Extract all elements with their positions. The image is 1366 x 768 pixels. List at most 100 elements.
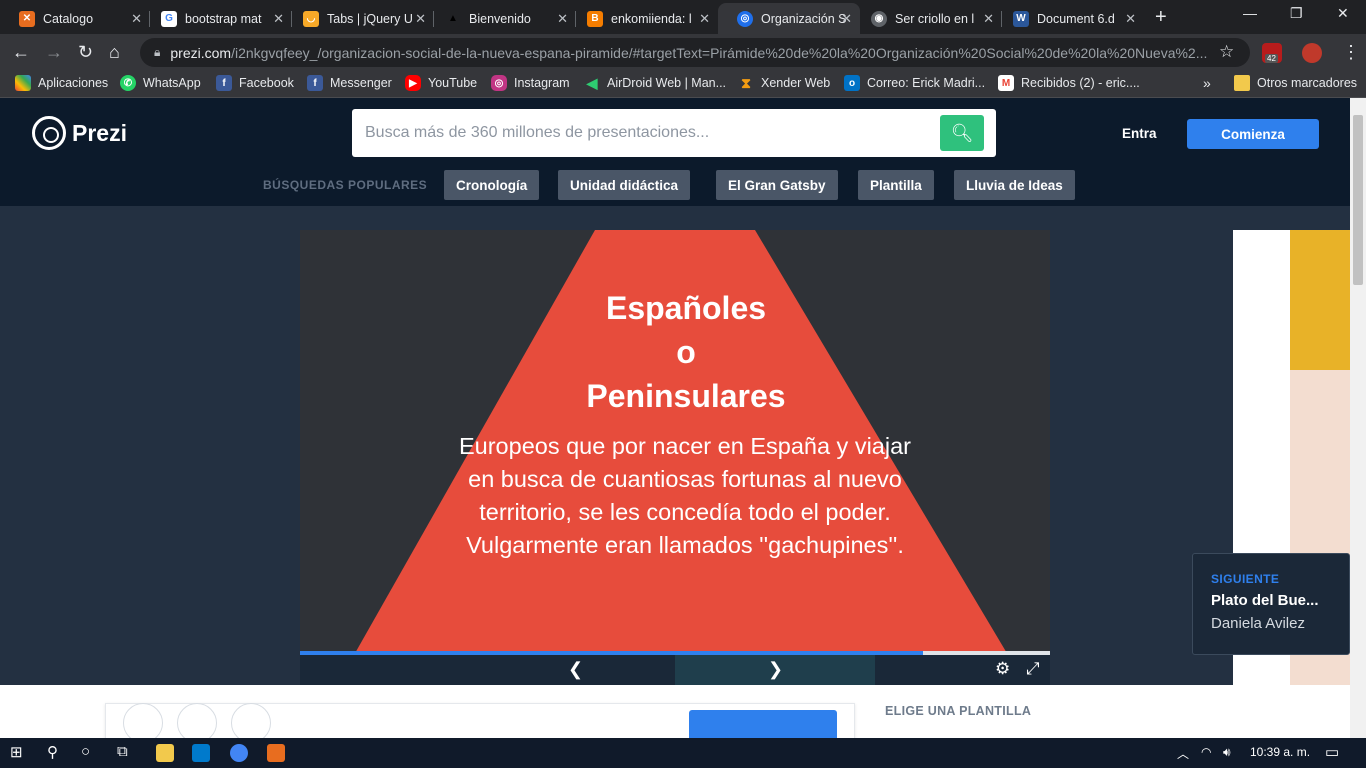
close-tab-icon[interactable]: ✕ [1125,11,1136,27]
extension-badge: 42 [1265,54,1278,63]
address-bar[interactable]: 🔒︎ prezi.com/i2nkgvqfeey_/organizacion-s… [140,38,1250,67]
vscode-icon[interactable] [192,744,210,762]
clock[interactable]: 10:39 a. m. [1250,745,1310,759]
task-view-icon[interactable]: ⧉ [117,743,128,760]
popular-chip[interactable]: Cronología [444,170,540,200]
close-tab-icon[interactable]: ✕ [131,11,142,27]
close-tab-icon[interactable]: ✕ [983,11,994,27]
site-header: Prezi Busca más de 360 millones de prese… [0,98,1350,206]
prezi-logo[interactable]: Prezi [32,116,127,150]
fullscreen-icon[interactable]: ⤢ [1026,659,1040,679]
popular-chip[interactable]: Lluvia de Ideas [954,170,1075,200]
chrome-icon[interactable] [230,744,248,762]
ublock-extension-icon[interactable]: 42 [1262,43,1282,63]
reload-icon[interactable]: ↻ [78,42,93,63]
popular-chip[interactable]: Plantilla [858,170,934,200]
cortana-icon[interactable]: ○ [81,743,90,760]
share-linkedin-icon[interactable] [177,703,217,738]
close-window-icon[interactable]: ✕ [1337,5,1349,22]
home-icon[interactable]: ⌂ [109,42,120,63]
word-icon: W [1013,10,1029,27]
volume-icon[interactable]: 🔊︎ [1223,745,1231,760]
tab-enkomiienda[interactable]: B enkomiienda: l ✕ [568,3,718,34]
menu-icon[interactable]: ⋮ [1342,42,1360,63]
maximize-icon[interactable]: ❐ [1290,5,1303,22]
prev-slide-icon[interactable]: ❮ [568,659,583,680]
popular-chip[interactable]: El Gran Gatsby [716,170,838,200]
wifi-icon[interactable]: ◠ [1201,745,1211,759]
browser-toolbar: ← → ↻ ⌂ 🔒︎ prezi.com/i2nkgvqfeey_/organi… [0,34,1366,71]
blue-action-button[interactable] [689,710,837,738]
close-tab-icon[interactable]: ✕ [841,11,852,27]
other-bookmarks[interactable]: Otros marcadores [1234,75,1357,91]
xender-icon: ⧗ [741,74,751,91]
tab-bienvenido[interactable]: ▲ Bienvenido ✕ [426,3,576,34]
xampp-icon[interactable] [267,744,285,762]
bookmark-star-icon[interactable]: ☆ [1219,42,1234,62]
file-explorer-icon[interactable] [156,744,174,762]
windows-start-icon[interactable]: ⊞ [10,743,23,761]
bookmark-instagram[interactable]: ◎ Instagram [491,75,570,91]
youtube-icon: ▶ [405,75,421,91]
minimize-icon[interactable]: — [1243,5,1257,21]
tray-chevron-icon[interactable]: ︿ [1177,745,1189,762]
bookmarks-overflow[interactable]: » [1203,75,1211,91]
settings-icon[interactable]: ⚙ [995,659,1010,679]
login-link[interactable]: Entra [1122,126,1157,141]
forward-icon[interactable]: → [45,42,63,63]
page-scrollbar[interactable] [1350,98,1366,738]
prezi-page: Prezi Busca más de 360 millones de prese… [0,98,1350,738]
search-icon[interactable]: ⚲ [47,743,58,761]
folder-icon [1234,75,1250,91]
share-link-icon[interactable] [231,703,271,738]
signup-button[interactable]: Comienza [1187,119,1319,149]
lock-icon: 🔒︎ [154,45,161,59]
presentation-slide[interactable]: Españoles o Peninsulares Europeos que po… [300,230,1050,655]
close-tab-icon[interactable]: ✕ [415,11,426,27]
tab-catalogo[interactable]: ✕ Catalogo ✕ [0,3,150,34]
next-title: Plato del Bue... [1211,592,1319,609]
bookmark-xender[interactable]: ⧗ Xender Web [738,75,830,91]
next-presentation-card[interactable]: SIGUIENTE Plato del Bue... Daniela Avile… [1192,553,1350,655]
new-tab-button[interactable]: + [1155,6,1167,29]
whatsapp-icon: ✆ [120,75,136,91]
bat-icon: ▲ [445,10,461,27]
notifications-icon[interactable]: ▭ [1325,743,1339,761]
bookmark-youtube[interactable]: ▶ YouTube [405,75,477,91]
close-tab-icon[interactable]: ✕ [273,11,284,27]
tab-jquery[interactable]: ◡ Tabs | jQuery U ✕ [284,3,434,34]
gmail-icon: M [998,75,1014,91]
tab-document[interactable]: W Document 6.d ✕ [994,3,1144,34]
prezi-icon: ◎ [737,10,753,27]
outlook-icon: o [844,75,860,91]
xampp-icon: ✕ [19,10,35,27]
bookmark-airdroid[interactable]: ◀ AirDroid Web | Man... [584,75,726,91]
windows-taskbar: ⊞ ⚲ ○ ⧉ ︿ ◠ 🔊︎ 10:39 a. m. ▭ [0,738,1366,768]
bookmark-correo[interactable]: o Correo: Erick Madri... [844,75,985,91]
search-input[interactable]: Busca más de 360 millones de presentacio… [352,109,996,157]
share-facebook-icon[interactable] [123,703,163,738]
close-tab-icon[interactable]: ✕ [699,11,710,27]
profile-avatar[interactable] [1302,43,1322,63]
slide-body-text: Europeos que por nacer en España y viaja… [458,433,911,558]
close-tab-icon[interactable]: ✕ [557,11,568,27]
back-icon[interactable]: ← [12,42,30,63]
popular-chip[interactable]: Unidad didáctica [558,170,691,200]
bookmark-aplicaciones[interactable]: Aplicaciones [15,75,108,91]
globe-icon: ◉ [871,10,887,27]
next-slide-icon[interactable]: ❯ [768,659,783,680]
tab-criollo[interactable]: ◉ Ser criollo en l ✕ [852,3,1002,34]
tab-strip: ✕ Catalogo ✕ G bootstrap mat ✕ ◡ Tabs | … [0,0,1366,34]
bookmark-messenger[interactable]: f Messenger [307,75,392,91]
bookmark-whatsapp[interactable]: ✆ WhatsApp [120,75,201,91]
below-fold: ELIGE UNA PLANTILLA [0,685,1350,738]
facebook-icon: f [216,75,232,91]
jquery-icon: ◡ [303,10,319,27]
bookmark-facebook[interactable]: f Facebook [216,75,294,91]
instagram-icon: ◎ [491,75,507,91]
bookmark-recibidos[interactable]: M Recibidos (2) - eric.... [998,75,1140,91]
search-button[interactable]: 🔍︎ [940,115,984,151]
tab-organizacion[interactable]: ◎ Organización S ✕ [718,3,860,34]
next-label: SIGUIENTE [1211,572,1280,586]
tab-bootstrap[interactable]: G bootstrap mat ✕ [142,3,292,34]
